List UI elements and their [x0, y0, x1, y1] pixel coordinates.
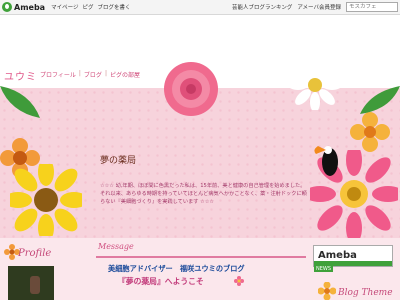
ameba-logo-text: Ameba: [14, 2, 46, 12]
header-right: 芸能人ブログランキング アメーバ会員登録 モスカフェ: [232, 2, 400, 12]
yellow-flower-icon: [350, 112, 390, 152]
ameba-news-label[interactable]: NEWS: [314, 266, 334, 272]
leaf-icon: [360, 86, 400, 114]
blog-header-title: 夢の薬局: [100, 156, 137, 166]
blog-nav-blog[interactable]: ブログ: [84, 70, 102, 79]
celebrity-ranking-link[interactable]: 芸能人ブログランキング: [232, 3, 292, 11]
profile-heading: Profile: [18, 248, 52, 259]
blog-nav: プロフィール | ブログ | ピグの部屋: [40, 70, 140, 79]
white-daisy-icon: [290, 60, 340, 110]
register-link[interactable]: アメーバ会員登録: [297, 3, 341, 11]
ameba-logo-icon: [2, 2, 12, 12]
blog-theme-heading: Blog Theme: [338, 288, 393, 298]
global-header: Ameba マイページ ピグ ブログを書く 芸能人ブログランキング アメーバ会員…: [0, 0, 400, 15]
nav-pigg-link[interactable]: ピグ: [82, 3, 93, 11]
ameba-banner[interactable]: Ameba: [313, 245, 393, 267]
nav-separator: |: [78, 70, 81, 77]
blog-description: ☆☆☆ 幼,年期、ほぼ間に色黒だった私は、15年前、美と健康の自己管理を始めまし…: [100, 183, 307, 205]
sunflower-icon: [10, 164, 82, 236]
leaf-icon: [0, 86, 40, 118]
toucan-icon: [314, 146, 338, 176]
small-flower-icon: [234, 276, 244, 286]
theme-flower-icon: [318, 282, 336, 300]
message-line-advisor: 美細胞アドバイザー 福咲ユウミのブログ: [108, 264, 245, 273]
profile-photo[interactable]: [8, 266, 54, 300]
nav-mypage-link[interactable]: マイページ: [51, 3, 78, 11]
global-nav: マイページ ピグ ブログを書く: [51, 3, 130, 11]
message-heading: Message: [98, 242, 134, 251]
ameba-logo[interactable]: Ameba: [2, 2, 45, 12]
blog-nav-profile[interactable]: プロフィール: [40, 70, 76, 79]
pink-rose-icon: [164, 62, 218, 116]
blog-nav-pigg-room[interactable]: ピグの部屋: [110, 70, 140, 79]
nav-separator: |: [104, 70, 107, 77]
blog-title[interactable]: ユウミ: [4, 68, 37, 83]
ameba-banner-text: Ameba: [318, 250, 357, 261]
search-input[interactable]: モスカフェ: [346, 2, 398, 12]
nav-write-blog-link[interactable]: ブログを書く: [97, 3, 130, 11]
message-line-welcome: 『夢の薬局』へようこそ: [118, 277, 204, 286]
